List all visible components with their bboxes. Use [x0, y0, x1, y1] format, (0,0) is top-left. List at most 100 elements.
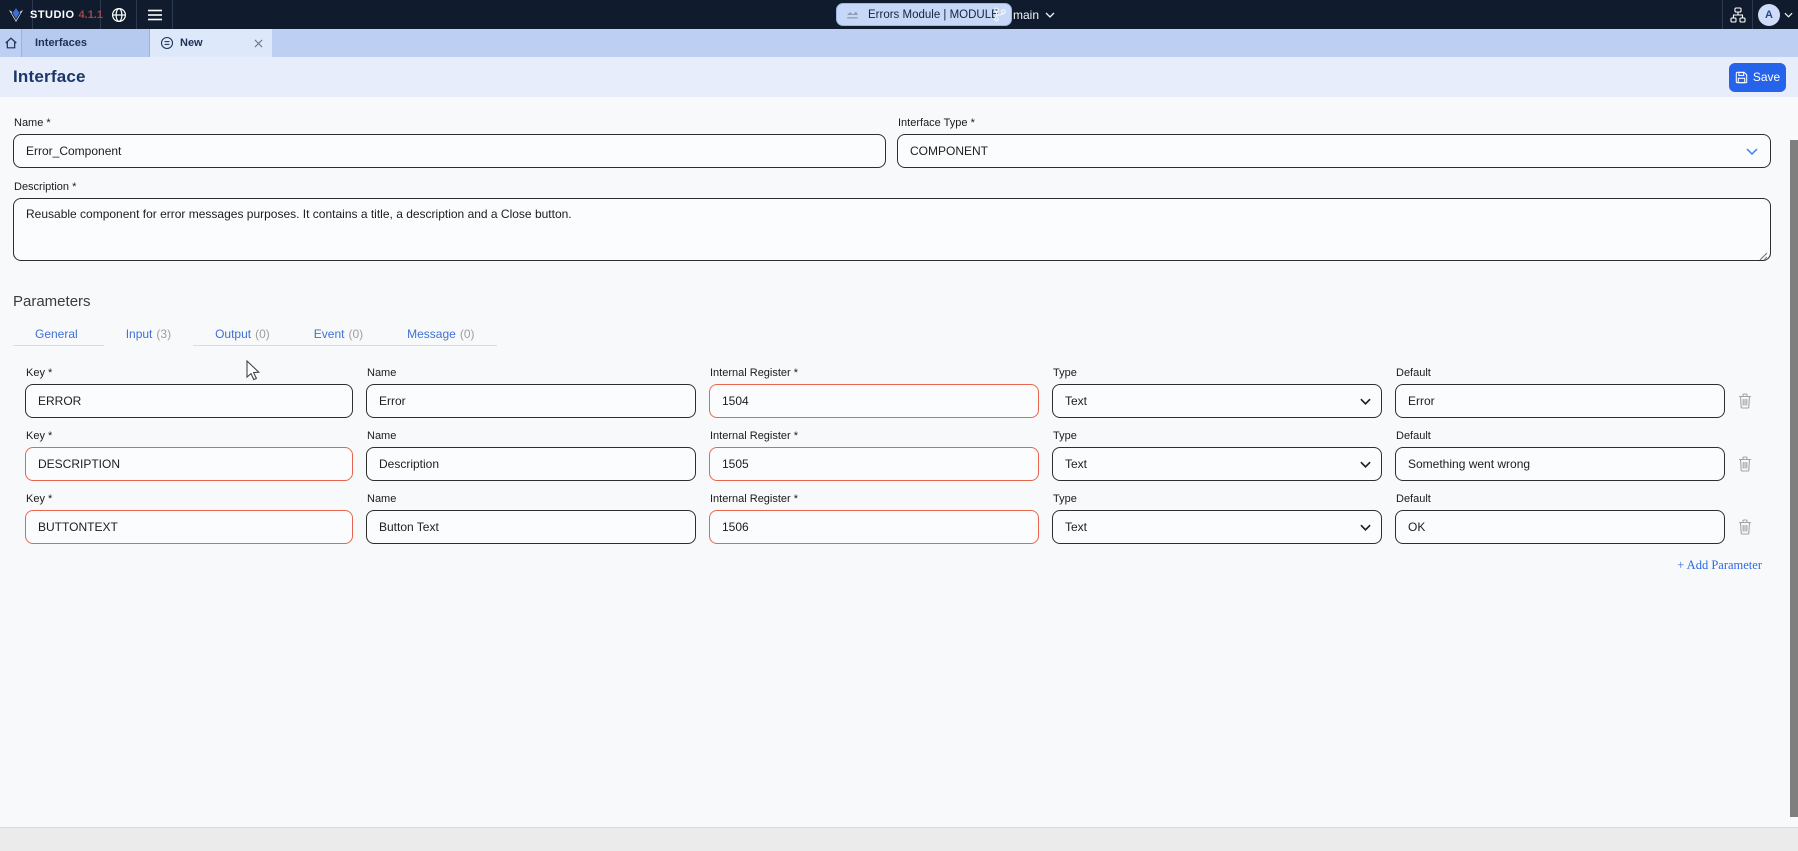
delete-parameter-button[interactable]: [1738, 519, 1752, 535]
param-default-cell: Default: [1395, 430, 1725, 481]
name-column-label: Name: [367, 493, 696, 506]
param-register-input[interactable]: [709, 447, 1039, 481]
param-default-input[interactable]: [1395, 384, 1725, 418]
interface-form: Name * Interface Type * COMPONENT Descri…: [0, 97, 1798, 574]
topbar: STUDIO 4.1.1 Errors Module | MODULE: [0, 0, 1798, 29]
type-column-label: Type: [1053, 430, 1382, 443]
save-button[interactable]: Save: [1729, 63, 1786, 92]
param-actions-cell: [1738, 367, 1778, 418]
user-menu[interactable]: A: [1753, 0, 1798, 29]
param-default-input[interactable]: [1395, 447, 1725, 481]
param-type-select[interactable]: Text: [1052, 510, 1382, 544]
param-type-select[interactable]: Text: [1052, 384, 1382, 418]
param-default-cell: Default: [1395, 367, 1725, 418]
avatar: A: [1758, 4, 1780, 26]
param-register-cell: Internal Register *: [709, 367, 1039, 418]
add-parameter-row: + Add Parameter: [13, 556, 1762, 574]
trash-icon: [1738, 456, 1752, 472]
name-input[interactable]: [13, 134, 886, 168]
language-globe-button[interactable]: [101, 0, 137, 29]
name-column-label: Name: [367, 430, 696, 443]
param-default-input[interactable]: [1395, 510, 1725, 544]
app-name: STUDIO: [30, 9, 75, 21]
register-column-label: Internal Register *: [710, 493, 1039, 506]
param-tab-output[interactable]: Output (0): [193, 322, 292, 346]
module-logo-icon: [845, 8, 860, 22]
resize-grip-icon[interactable]: [1758, 251, 1768, 261]
param-type-select[interactable]: Text: [1052, 447, 1382, 481]
module-badge[interactable]: Errors Module | MODULE: [836, 3, 1012, 26]
page-header: Interface Save: [0, 57, 1798, 97]
chevron-down-icon: [1360, 524, 1371, 531]
save-floppy-icon: [1735, 71, 1748, 84]
tab-new[interactable]: New: [150, 29, 272, 57]
param-register-input[interactable]: [709, 384, 1039, 418]
chevron-down-icon: [1360, 461, 1371, 468]
param-actions-cell: [1738, 493, 1778, 544]
description-field-group: Description * Reusable component for err…: [13, 181, 1771, 266]
register-column-label: Internal Register *: [710, 430, 1039, 443]
trash-icon: [1738, 519, 1752, 535]
key-column-label: Key *: [26, 367, 353, 380]
param-key-cell: Key *: [25, 430, 353, 481]
home-icon: [4, 36, 18, 50]
module-badge-label: Errors Module | MODULE: [868, 9, 999, 21]
main-menu-button[interactable]: [137, 0, 173, 29]
parameter-tabs: General Input (3) Output (0) Event (0) M…: [13, 322, 497, 346]
param-name-cell: Name: [366, 430, 696, 481]
param-key-input[interactable]: [25, 384, 353, 418]
param-tab-input[interactable]: Input (3): [104, 322, 193, 346]
home-tab[interactable]: [0, 29, 22, 57]
param-tab-count: (0): [348, 327, 363, 341]
interface-type-value: COMPONENT: [910, 144, 988, 158]
globe-icon: [111, 7, 127, 23]
add-parameter-link[interactable]: + Add Parameter: [1677, 558, 1762, 572]
chevron-down-icon: [1746, 148, 1758, 155]
param-name-input[interactable]: [366, 510, 696, 544]
interface-type-select[interactable]: COMPONENT: [897, 134, 1771, 168]
register-column-label: Internal Register *: [710, 367, 1039, 380]
app-version: 4.1.1: [79, 9, 103, 21]
param-type-value: Text: [1065, 457, 1087, 471]
tab-interfaces-label: Interfaces: [35, 37, 87, 49]
param-name-input[interactable]: [366, 447, 696, 481]
param-name-input[interactable]: [366, 384, 696, 418]
interface-type-field-group: Interface Type * COMPONENT: [897, 117, 1771, 168]
param-tab-general[interactable]: General: [13, 322, 104, 346]
param-tab-message[interactable]: Message (0): [385, 322, 496, 346]
param-key-input[interactable]: [25, 510, 353, 544]
default-column-label: Default: [1396, 493, 1725, 506]
key-column-label: Key *: [26, 430, 353, 443]
param-tab-label: Message: [407, 327, 456, 341]
param-tab-label: General: [35, 327, 78, 341]
type-column-label: Type: [1053, 493, 1382, 506]
app-window: STUDIO 4.1.1 Errors Module | MODULE: [0, 0, 1798, 851]
app-logo[interactable]: [0, 0, 33, 29]
param-register-input[interactable]: [709, 510, 1039, 544]
avatar-initial: A: [1765, 9, 1773, 21]
chevron-down-icon: [1360, 398, 1371, 405]
delete-parameter-button[interactable]: [1738, 393, 1752, 409]
param-default-cell: Default: [1395, 493, 1725, 544]
param-type-cell: Type Text: [1052, 430, 1382, 481]
branch-selector[interactable]: main: [993, 0, 1055, 29]
interface-type-label: Interface Type *: [898, 117, 1771, 130]
delete-parameter-button[interactable]: [1738, 456, 1752, 472]
param-register-cell: Internal Register *: [709, 430, 1039, 481]
param-key-cell: Key *: [25, 493, 353, 544]
chevron-down-icon: [1784, 12, 1793, 18]
param-tab-event[interactable]: Event (0): [292, 322, 385, 346]
tab-interfaces[interactable]: Interfaces: [22, 29, 150, 57]
param-tab-label: Output: [215, 327, 251, 341]
flow-map-button[interactable]: [1722, 0, 1753, 29]
interface-icon: [160, 36, 174, 50]
app-brand: STUDIO 4.1.1: [33, 0, 101, 29]
name-field-group: Name *: [13, 117, 886, 168]
close-tab-icon[interactable]: [254, 39, 263, 48]
key-column-label: Key *: [26, 493, 353, 506]
param-key-input[interactable]: [25, 447, 353, 481]
sitemap-icon: [1730, 7, 1746, 23]
description-textarea[interactable]: Reusable component for error messages pu…: [13, 198, 1771, 261]
save-button-label: Save: [1753, 70, 1780, 84]
vertical-scrollbar[interactable]: [1790, 140, 1798, 817]
